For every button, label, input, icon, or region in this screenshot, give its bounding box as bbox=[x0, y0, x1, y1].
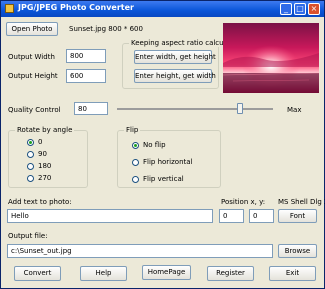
exit-button[interactable]: Exit bbox=[269, 266, 316, 281]
quality-field[interactable] bbox=[74, 102, 108, 115]
font-button[interactable]: Font bbox=[278, 209, 317, 223]
radio-dot-icon bbox=[27, 174, 34, 182]
position-label: Position x, y: bbox=[221, 198, 266, 206]
register-button[interactable]: Register bbox=[207, 266, 254, 281]
rotate-option-label: 180 bbox=[38, 162, 52, 170]
font-name-label: MS Shell Dlg 2 bbox=[278, 198, 325, 206]
quality-label: Quality Control bbox=[8, 106, 61, 114]
radio-dot-icon bbox=[132, 175, 139, 183]
close-button[interactable]: × bbox=[308, 3, 320, 15]
position-y-field[interactable] bbox=[249, 209, 274, 223]
flip-option-label: Flip horizontal bbox=[143, 158, 193, 166]
open-photo-button[interactable]: Open Photo bbox=[6, 22, 58, 36]
help-button[interactable]: Help bbox=[80, 266, 127, 281]
minimize-button[interactable]: _ bbox=[280, 3, 292, 15]
overlay-text-field[interactable] bbox=[7, 209, 213, 223]
flip-option-label: Flip vertical bbox=[143, 175, 184, 183]
flip-option-label: No flip bbox=[143, 141, 166, 149]
position-x-field[interactable] bbox=[219, 209, 244, 223]
convert-button[interactable]: Convert bbox=[14, 266, 61, 281]
flip-legend: Flip bbox=[124, 126, 141, 134]
quality-max-label: Max bbox=[287, 106, 302, 114]
rotate-option-0[interactable]: 0 bbox=[27, 138, 42, 146]
quality-slider-thumb[interactable] bbox=[237, 103, 243, 114]
output-width-label: Output Width bbox=[8, 53, 55, 61]
rotate-legend: Rotate by angle bbox=[15, 126, 75, 134]
flip-option-none[interactable]: No flip bbox=[132, 141, 166, 149]
flip-option-horizontal[interactable]: Flip horizontal bbox=[132, 158, 193, 166]
add-text-label: Add text to photo: bbox=[8, 198, 72, 206]
output-height-field[interactable] bbox=[66, 69, 106, 83]
radio-dot-icon bbox=[132, 141, 139, 149]
height-get-width-button[interactable]: Enter height, get width bbox=[134, 69, 216, 83]
rotate-option-90[interactable]: 90 bbox=[27, 150, 47, 158]
rotate-option-180[interactable]: 180 bbox=[27, 162, 51, 170]
output-file-field[interactable] bbox=[7, 244, 273, 258]
rotate-option-label: 0 bbox=[38, 138, 43, 146]
width-get-height-button[interactable]: Enter width, get height bbox=[134, 50, 216, 64]
flip-option-vertical[interactable]: Flip vertical bbox=[132, 175, 184, 183]
rotate-option-label: 270 bbox=[38, 174, 52, 182]
radio-dot-icon bbox=[27, 162, 34, 170]
sunset-photo bbox=[223, 23, 319, 93]
photo-preview bbox=[223, 23, 319, 93]
maximize-button[interactable]: □ bbox=[294, 3, 306, 15]
app-icon bbox=[5, 4, 14, 13]
radio-dot-icon bbox=[27, 138, 34, 146]
radio-dot-icon bbox=[132, 158, 139, 166]
output-file-label: Output file: bbox=[8, 232, 48, 240]
quality-slider-track[interactable] bbox=[117, 108, 273, 110]
rotate-option-270[interactable]: 270 bbox=[27, 174, 51, 182]
file-info-label: Sunset.jpg 800 * 600 bbox=[69, 25, 143, 33]
output-width-field[interactable] bbox=[66, 49, 106, 63]
rotate-option-label: 90 bbox=[38, 150, 47, 158]
radio-dot-icon bbox=[27, 150, 34, 158]
homepage-button[interactable]: HomePage bbox=[142, 265, 191, 280]
title-bar[interactable]: JPG/JPEG Photo Converter _ □ × bbox=[1, 1, 324, 17]
output-height-label: Output Height bbox=[8, 72, 58, 80]
app-window: JPG/JPEG Photo Converter _ □ × Open Phot… bbox=[0, 0, 325, 289]
browse-button[interactable]: Browse bbox=[278, 244, 317, 258]
window-title: JPG/JPEG Photo Converter bbox=[18, 3, 134, 12]
